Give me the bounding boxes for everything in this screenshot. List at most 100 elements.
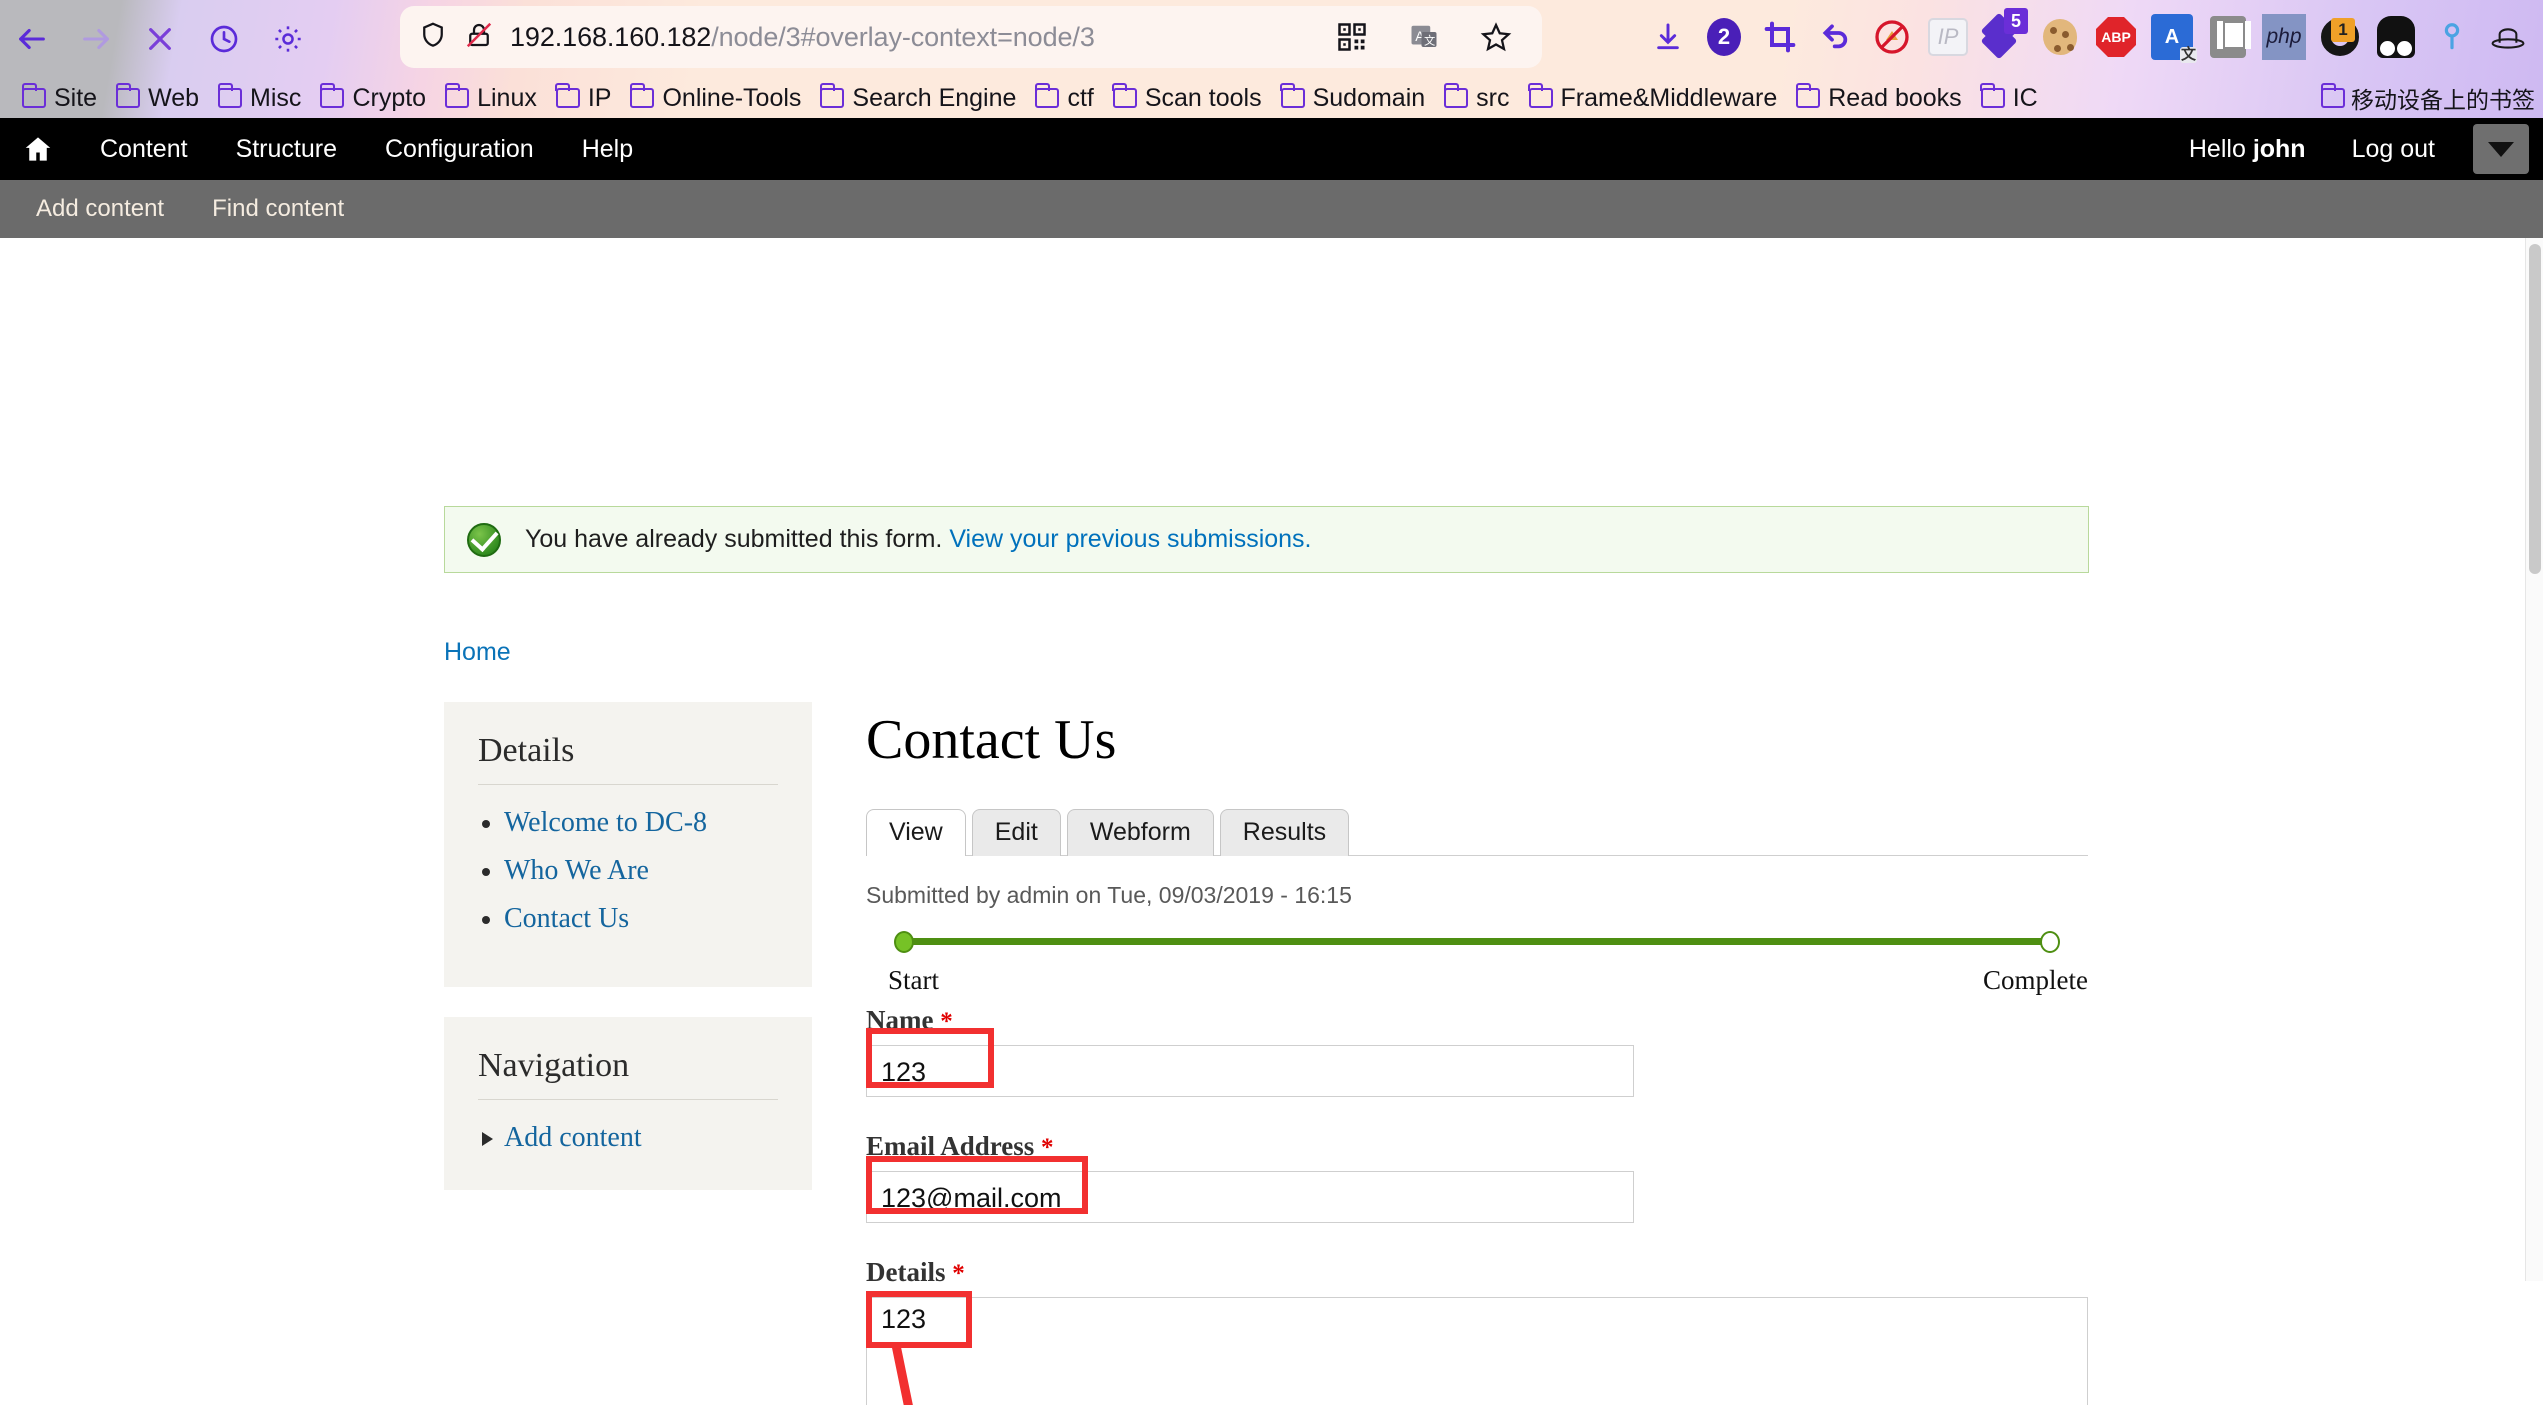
logout-link[interactable]: Log out	[2328, 135, 2459, 164]
admin-menu-content[interactable]: Content	[76, 135, 212, 164]
sidebar-navigation-list: Add content	[478, 1122, 778, 1154]
submission-info: Submitted by admin on Tue, 09/03/2019 - …	[866, 882, 1352, 908]
adblock-plus-icon[interactable]: ABP	[2088, 9, 2144, 65]
details-textarea[interactable]: 123	[866, 1297, 2088, 1405]
url-text[interactable]: 192.168.160.182/node/3#overlay-context=n…	[510, 22, 1308, 53]
browser-chrome: 192.168.160.182/node/3#overlay-context=n…	[0, 0, 2543, 118]
home-icon[interactable]	[0, 118, 76, 180]
tab-view[interactable]: View	[866, 809, 966, 856]
folder-icon	[1980, 83, 2005, 108]
lock-crossed-icon[interactable]	[464, 20, 494, 55]
stop-close-icon[interactable]	[128, 7, 192, 71]
tab-edit[interactable]: Edit	[971, 809, 1061, 856]
tab-results[interactable]: Results	[1219, 809, 1350, 856]
url-path: /node/3#overlay-context=node/3	[711, 21, 1095, 52]
php-icon[interactable]: php	[2256, 9, 2312, 65]
tab-count-badge[interactable]: 2	[1696, 9, 1752, 65]
bookmark-item[interactable]: Linux	[437, 82, 545, 115]
admin-menu-structure[interactable]: Structure	[212, 135, 361, 164]
cookie-icon[interactable]	[2032, 9, 2088, 65]
bookmark-item[interactable]: Misc	[210, 82, 309, 115]
bookmark-item[interactable]: Search Engine	[812, 82, 1024, 115]
bookmark-item[interactable]: Online-Tools	[622, 82, 809, 115]
hat-icon[interactable]	[2480, 9, 2536, 65]
bookmark-item[interactable]: IC	[1973, 82, 2046, 115]
bookmark-label: Site	[54, 83, 98, 112]
list-item: Add content	[482, 1122, 778, 1154]
bookmark-item[interactable]: Frame&Middleware	[1521, 82, 1786, 115]
crop-icon[interactable]	[1752, 9, 1808, 65]
bookmark-item[interactable]: Crypto	[312, 82, 434, 115]
bookmark-item[interactable]: IP	[548, 82, 620, 115]
pin-icon[interactable]	[2424, 9, 2480, 65]
folder-icon	[2320, 83, 2345, 108]
chevron-down-icon	[2488, 141, 2514, 157]
octotree-icon[interactable]: 1	[2312, 9, 2368, 65]
bookmark-label: Search Engine	[852, 83, 1017, 112]
sidebar-link-who-we-are[interactable]: Who We Are	[504, 855, 649, 886]
bookmark-item[interactable]: ctf	[1027, 82, 1101, 115]
bookmark-star-icon[interactable]	[1468, 9, 1524, 65]
bookmark-item[interactable]: Web	[108, 82, 207, 115]
admin-toolbar: Content Structure Configuration Help Hel…	[0, 118, 2543, 180]
forward-arrow-icon[interactable]	[64, 7, 128, 71]
bookmark-item[interactable]: Read books	[1788, 82, 1969, 115]
translate-ext-icon[interactable]: A	[2144, 9, 2200, 65]
bookmark-item[interactable]: src	[1436, 82, 1517, 115]
history-clock-icon[interactable]	[192, 7, 256, 71]
noscript-icon[interactable]	[1864, 9, 1920, 65]
admin-menu-help[interactable]: Help	[558, 135, 657, 164]
qr-icon[interactable]	[1324, 9, 1380, 65]
bookmark-label: Sudomain	[1312, 83, 1426, 112]
sidebar-link-welcome[interactable]: Welcome to DC-8	[504, 807, 707, 838]
tab-manager-icon[interactable]	[2200, 9, 2256, 65]
ip-icon[interactable]: IP	[1920, 9, 1976, 65]
toolbar-toggle-button[interactable]	[2473, 124, 2529, 174]
dark-reader-icon[interactable]	[2368, 9, 2424, 65]
field-label-text: Details	[866, 1257, 946, 1287]
shield-icon[interactable]	[418, 20, 448, 55]
email-input[interactable]: 123@mail.com	[866, 1171, 1634, 1223]
bookmark-label: Frame&Middleware	[1560, 83, 1778, 112]
breadcrumb-home-link[interactable]: Home	[444, 638, 511, 666]
sidebar-link-contact-us[interactable]: Contact Us	[504, 903, 629, 934]
folder-icon	[555, 83, 580, 108]
previous-submissions-link[interactable]: View your previous submissions.	[949, 525, 1311, 553]
admin-menu-configuration[interactable]: Configuration	[361, 135, 558, 164]
rings-icon[interactable]	[2536, 9, 2543, 65]
bookmarks-bar: Site Web Misc Crypto Linux IP Online-Too…	[0, 78, 2543, 118]
folder-icon	[1112, 83, 1137, 108]
back-arrow-icon[interactable]	[0, 7, 64, 71]
octo-shape: 1	[2321, 18, 2359, 56]
bookmark-item[interactable]: Scan tools	[1105, 82, 1270, 115]
bookmark-label: IP	[587, 83, 612, 112]
php-label: php	[2262, 14, 2306, 60]
bookmark-label: ctf	[1067, 83, 1094, 112]
tab-webform[interactable]: Webform	[1066, 809, 1214, 856]
undo-icon[interactable]	[1808, 9, 1864, 65]
tab-count-label: 2	[1707, 18, 1741, 56]
scrollbar-thumb[interactable]	[2529, 244, 2541, 574]
field-label-text: Email Address	[866, 1131, 1035, 1161]
folder-icon	[21, 83, 46, 108]
diamond-badge: 5	[2004, 8, 2028, 34]
bookmark-item[interactable]: Site	[14, 82, 105, 115]
folder-icon	[444, 83, 470, 108]
url-bar[interactable]: 192.168.160.182/node/3#overlay-context=n…	[400, 6, 1542, 68]
gear-icon[interactable]	[256, 7, 320, 71]
name-input[interactable]: 123	[866, 1045, 1634, 1097]
translate-icon[interactable]: A文	[1396, 9, 1452, 65]
bookmark-mobile-folder[interactable]: 移动设备上的书签	[2320, 78, 2535, 118]
page-scrollbar[interactable]	[2525, 238, 2543, 1281]
diamond-stack-icon[interactable]: 5	[1976, 8, 2032, 65]
sidebar-link-add-content[interactable]: Add content	[504, 1122, 642, 1153]
admin-sub-toolbar: Add content Find content	[0, 180, 2543, 238]
details-textarea-value: 123	[881, 1304, 927, 1334]
find-content-link[interactable]: Find content	[188, 195, 368, 223]
download-icon[interactable]	[1640, 9, 1696, 65]
bookmark-label: Online-Tools	[662, 83, 802, 112]
add-content-link[interactable]: Add content	[0, 195, 188, 223]
progress-node-end	[2040, 931, 2060, 953]
folder-icon	[819, 83, 845, 108]
bookmark-item[interactable]: Sudomain	[1273, 82, 1434, 115]
